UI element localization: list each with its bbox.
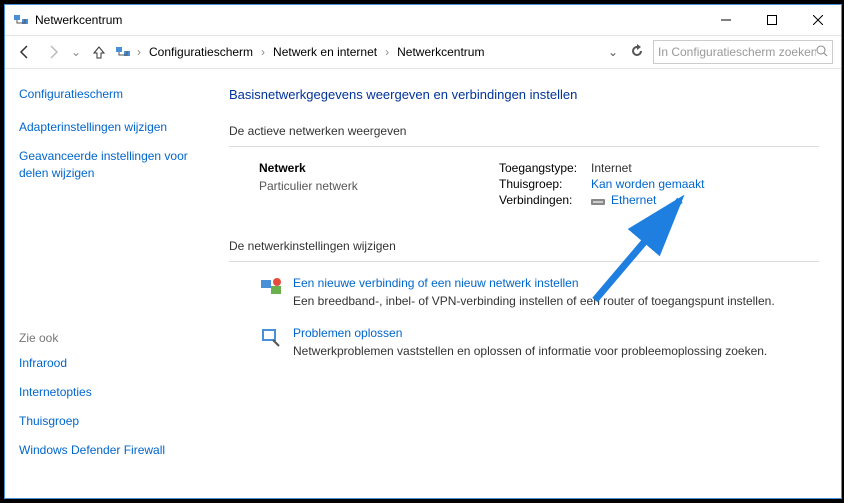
seealso-link[interactable]: Internetopties [19, 384, 201, 401]
homegroup-label: Thuisgroep: [499, 177, 591, 191]
access-type-value: Internet [591, 161, 632, 175]
search-field[interactable] [658, 45, 816, 59]
network-settings-heading: De netwerkinstellingen wijzigen [229, 239, 819, 253]
up-button[interactable] [87, 40, 111, 64]
troubleshoot-icon [259, 326, 283, 350]
chevron-right-icon[interactable]: › [259, 45, 267, 59]
action-description: Een breedband-, inbel- of VPN-verbinding… [293, 294, 775, 308]
recent-dropdown-icon[interactable]: ⌄ [69, 45, 83, 59]
sidebar-link-adapter[interactable]: Adapterinstellingen wijzigen [19, 119, 201, 136]
network-center-icon [13, 12, 29, 28]
chevron-right-icon[interactable]: › [135, 45, 143, 59]
active-network-block: Netwerk Particulier netwerk Toegangstype… [229, 161, 819, 209]
chevron-right-icon[interactable]: › [383, 45, 391, 59]
breadcrumb-item[interactable]: Netwerk en internet [269, 43, 381, 61]
breadcrumb-item[interactable]: Configuratiescherm [145, 43, 257, 61]
main-panel: Basisnetwerkgegevens weergeven en verbin… [215, 69, 841, 498]
action-title-link[interactable]: Een nieuwe verbinding of een nieuw netwe… [293, 276, 775, 290]
action-title-link[interactable]: Problemen oplossen [293, 326, 767, 340]
ethernet-icon [591, 196, 607, 206]
maximize-button[interactable] [749, 5, 795, 35]
see-also-heading: Zie ook [19, 331, 201, 345]
window: Netwerkcentrum ⌄ › Configuratiescherm › … [4, 4, 842, 499]
action-troubleshoot: Problemen oplossen Netwerkproblemen vast… [229, 326, 819, 358]
access-type-label: Toegangstype: [499, 161, 591, 175]
active-networks-heading: De actieve netwerken weergeven [229, 124, 819, 138]
connections-label: Verbindingen: [499, 193, 591, 207]
minimize-button[interactable] [703, 5, 749, 35]
seealso-link[interactable]: Thuisgroep [19, 413, 201, 430]
control-panel-home-link[interactable]: Configuratiescherm [19, 87, 201, 101]
titlebar: Netwerkcentrum [5, 5, 841, 35]
seealso-link[interactable]: Infrarood [19, 355, 201, 372]
action-description: Netwerkproblemen vaststellen en oplossen… [293, 344, 767, 358]
search-input[interactable] [653, 40, 833, 64]
network-type: Particulier netwerk [259, 179, 499, 193]
action-new-connection: Een nieuwe verbinding of een nieuw netwe… [229, 276, 819, 308]
forward-button[interactable] [41, 40, 65, 64]
back-button[interactable] [13, 40, 37, 64]
breadcrumb: › Configuratiescherm › Netwerk en intern… [135, 43, 601, 61]
sidebar: Configuratiescherm Adapterinstellingen w… [5, 69, 215, 498]
page-title: Basisnetwerkgegevens weergeven en verbin… [229, 87, 819, 102]
new-connection-icon [259, 276, 283, 300]
breadcrumb-item[interactable]: Netwerkcentrum [393, 43, 488, 61]
breadcrumb-icon [115, 44, 131, 60]
ethernet-link[interactable]: Ethernet [611, 193, 656, 207]
refresh-button[interactable] [625, 44, 649, 61]
address-dropdown-icon[interactable]: ⌄ [605, 45, 621, 59]
seealso-link[interactable]: Windows Defender Firewall [19, 442, 201, 459]
divider [229, 261, 819, 262]
window-title: Netwerkcentrum [35, 13, 703, 27]
sidebar-link-sharing[interactable]: Geavanceerde instellingen voor delen wij… [19, 148, 201, 182]
close-button[interactable] [795, 5, 841, 35]
homegroup-link[interactable]: Kan worden gemaakt [591, 177, 704, 191]
navbar: ⌄ › Configuratiescherm › Netwerk en inte… [5, 35, 841, 69]
network-name: Netwerk [259, 161, 499, 175]
search-icon [816, 45, 828, 60]
content-body: Configuratiescherm Adapterinstellingen w… [5, 69, 841, 498]
divider [229, 146, 819, 147]
